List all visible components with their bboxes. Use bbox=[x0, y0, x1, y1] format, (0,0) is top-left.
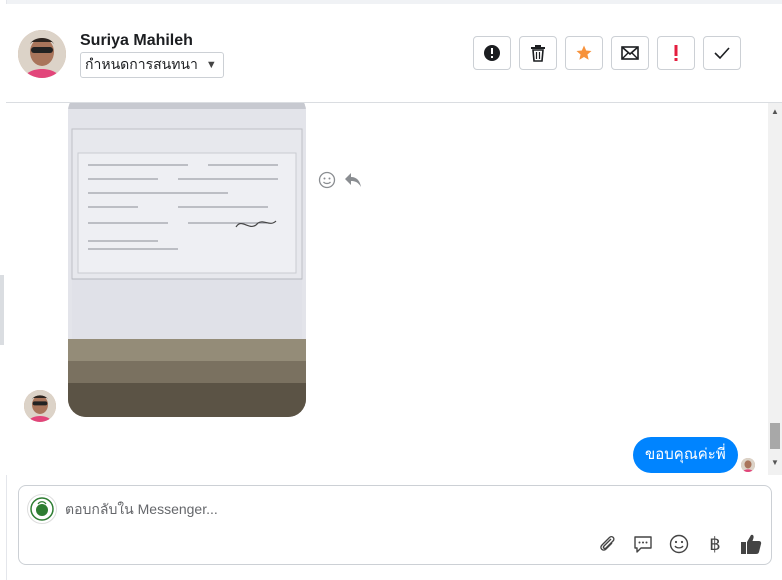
message-thread[interactable]: ขอบคุณค่ะพี่ bbox=[6, 103, 768, 475]
sender-avatar bbox=[24, 390, 56, 422]
envelope-icon bbox=[621, 46, 639, 60]
mark-unread-button[interactable] bbox=[611, 36, 649, 70]
avatar[interactable] bbox=[18, 30, 66, 78]
assign-label: กำหนดการสนทนา bbox=[85, 56, 198, 72]
emoji-icon[interactable] bbox=[667, 532, 691, 556]
page-avatar bbox=[27, 494, 57, 524]
reply-input[interactable] bbox=[65, 498, 745, 520]
alert-circle-icon bbox=[484, 45, 500, 61]
conversation-toolbar bbox=[473, 36, 741, 70]
seen-avatar bbox=[741, 458, 755, 472]
payment-baht-icon[interactable]: ฿ bbox=[703, 532, 727, 556]
star-button[interactable] bbox=[565, 36, 603, 70]
thumbs-up-icon[interactable] bbox=[739, 532, 763, 556]
contact-name: Suriya Mahileh bbox=[80, 32, 193, 49]
reply-composer: ฿ bbox=[18, 485, 772, 565]
panel-resize-handle[interactable] bbox=[0, 275, 4, 345]
reply-icon[interactable] bbox=[344, 172, 362, 188]
saved-replies-icon[interactable] bbox=[631, 532, 655, 556]
scroll-down-arrow-icon[interactable]: ▼ bbox=[768, 458, 782, 468]
scroll-thumb[interactable] bbox=[770, 423, 780, 449]
received-photo-attachment[interactable] bbox=[68, 103, 306, 417]
scroll-up-arrow-icon[interactable]: ▲ bbox=[768, 107, 782, 117]
exclamation-icon bbox=[674, 45, 678, 61]
follow-up-button[interactable] bbox=[657, 36, 695, 70]
smiley-icon[interactable] bbox=[318, 171, 336, 189]
message-actions bbox=[318, 171, 362, 189]
assign-conversation-dropdown[interactable]: กำหนดการสนทนา ▼ bbox=[80, 52, 224, 78]
mark-done-button[interactable] bbox=[703, 36, 741, 70]
paperclip-icon[interactable] bbox=[595, 532, 619, 556]
outgoing-message-bubble[interactable]: ขอบคุณค่ะพี่ bbox=[633, 437, 738, 473]
conversation-header: Suriya Mahileh กำหนดการสนทนา ▼ bbox=[6, 4, 782, 103]
delete-button[interactable] bbox=[519, 36, 557, 70]
composer-toolbar: ฿ bbox=[595, 532, 763, 556]
thread-scrollbar[interactable]: ▲ ▼ bbox=[768, 103, 782, 475]
checkmark-icon bbox=[714, 47, 730, 60]
caret-down-icon: ▼ bbox=[205, 59, 217, 71]
trash-icon bbox=[531, 45, 545, 62]
star-icon bbox=[576, 45, 592, 60]
mark-spam-button[interactable] bbox=[473, 36, 511, 70]
